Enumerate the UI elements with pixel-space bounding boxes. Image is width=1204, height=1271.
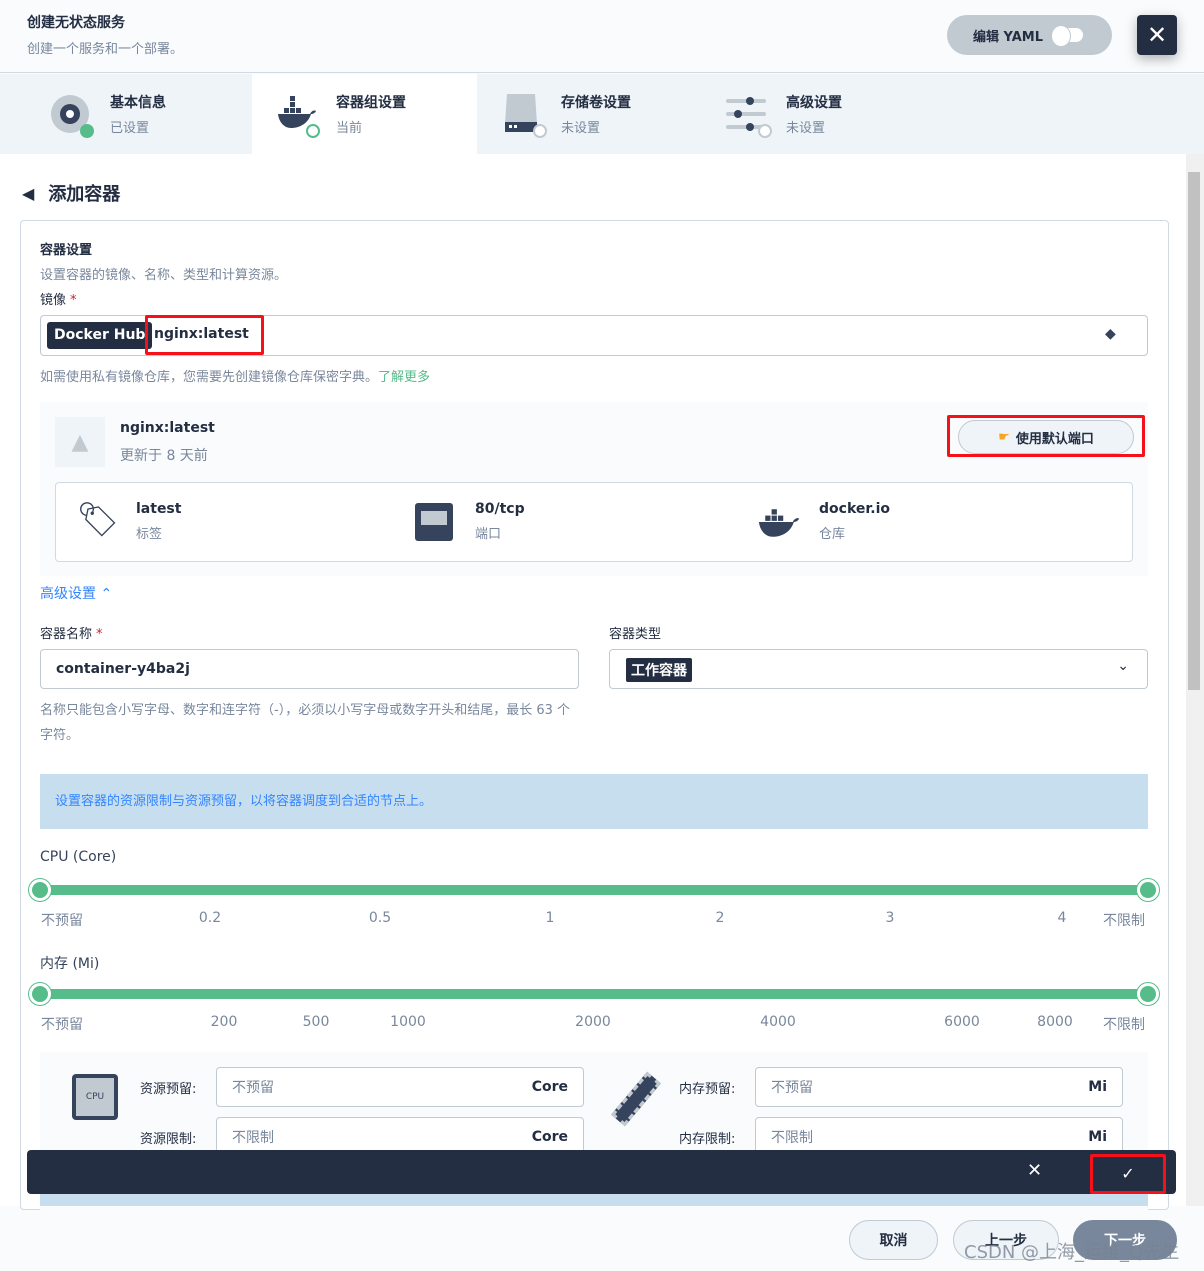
section-description: 设置容器的镜像、名称、类型和计算资源。 — [40, 268, 288, 283]
cpu-slider-track[interactable] — [40, 885, 1148, 895]
container-name-hint: 名称只能包含小写字母、数字和连字符（-），必须以小写字母或数字开头和结尾，最长 … — [40, 703, 570, 743]
toggle-switch-icon — [1050, 25, 1083, 47]
slider-tick-label: 1 — [545, 910, 555, 926]
watermark: CSDN @上海_运维_Q先生 — [964, 1242, 1180, 1263]
slider-tick-label: 2000 — [575, 1014, 611, 1030]
info-registry: docker.io 仓库 — [819, 501, 891, 542]
cpu-request-input[interactable]: 不预留 Core — [216, 1067, 584, 1107]
image-value: nginx:latest — [154, 326, 249, 342]
status-dot-pending — [758, 124, 772, 138]
scrollbar-thumb[interactable] — [1188, 172, 1200, 690]
cpu-slider-max-handle[interactable] — [1137, 879, 1159, 901]
slider-tick-label: 500 — [302, 1014, 330, 1030]
slider-tick-label: 4000 — [760, 1014, 796, 1030]
back-arrow-icon: ◀ — [22, 183, 35, 203]
step-advanced[interactable]: 高级设置 未设置 — [702, 74, 927, 154]
close-icon: ✕ — [1027, 1160, 1043, 1181]
container-name-label: 容器名称 * — [40, 627, 103, 642]
confirm-bar: ✕ ✓ — [27, 1150, 1176, 1194]
confirm-container-button[interactable]: ✓ — [1090, 1154, 1166, 1194]
memory-limit-label: 内存限制: — [679, 1132, 736, 1147]
page-title: 添加容器 — [48, 184, 121, 205]
container-name-input[interactable]: container-y4ba2j — [40, 649, 579, 689]
learn-more-link[interactable]: 了解更多 — [378, 370, 430, 385]
container-type-value: 工作容器 — [626, 658, 692, 682]
info-port: 80/tcp 端口 — [475, 501, 525, 542]
status-dot-pending — [533, 124, 547, 138]
step-tabs: 基本信息 已设置 容器组设置 当前 存储卷设置 未设置 高级设置 未设置 — [0, 74, 1204, 154]
cpu-slider-min-handle[interactable] — [29, 879, 51, 901]
cpu-limit-label: 资源限制: — [140, 1132, 197, 1147]
cpu-icon: CPU — [72, 1074, 118, 1120]
docker-icon — [758, 509, 800, 537]
slider-tick-label: 8000 — [1037, 1014, 1073, 1030]
container-type-select[interactable]: 工作容器 ⌄ — [609, 649, 1148, 689]
check-icon: ✓ — [1121, 1164, 1135, 1183]
slider-tick-label: 6000 — [944, 1014, 980, 1030]
resource-notice: 设置容器的资源限制与资源预留，以将容器调度到合适的节点上。 — [40, 774, 1148, 829]
image-updated: 更新于 8 天前 — [120, 448, 208, 464]
status-dot-done — [80, 124, 94, 138]
slider-tick-label: 2 — [715, 910, 725, 926]
chevron-down-icon: ⌄ — [1117, 658, 1129, 674]
step-status: 已设置 — [110, 121, 150, 136]
edit-yaml-toggle[interactable]: 编辑 YAML — [947, 15, 1112, 55]
registry-select[interactable]: Docker Hub — [47, 322, 153, 349]
tag-icon: 🏷 — [76, 500, 120, 540]
step-volumes[interactable]: 存储卷设置 未设置 — [477, 74, 702, 154]
dialog-subtitle: 创建一个服务和一个部署。 — [27, 42, 184, 57]
slider-tick-label: 200 — [210, 1014, 238, 1030]
slider-tick-label: 3 — [885, 910, 895, 926]
memory-request-label: 内存预留: — [679, 1082, 736, 1097]
dialog-header: 创建无状态服务 创建一个服务和一个部署。 编辑 YAML ✕ — [0, 0, 1204, 73]
slider-tick-label: 1000 — [390, 1014, 426, 1030]
step-label: 基本信息 — [110, 95, 166, 111]
cpu-slider-label: CPU (Core) — [40, 849, 117, 865]
slider-tick-label: 0.5 — [368, 910, 392, 926]
chevron-up-icon: ⌃ — [100, 586, 113, 602]
port-icon — [415, 503, 453, 541]
image-details — [55, 482, 1133, 562]
slider-tick-label: 不预留 — [41, 913, 83, 929]
step-basic-info[interactable]: 基本信息 已设置 — [0, 74, 225, 154]
step-label: 存储卷设置 — [561, 95, 631, 111]
image-hint: 如需使用私有镜像仓库，您需要先创建镜像仓库保密字典。了解更多 — [40, 370, 431, 385]
section-title: 容器设置 — [40, 243, 93, 258]
step-status: 未设置 — [786, 121, 826, 136]
slider-tick-label: 不限制 — [1103, 1017, 1145, 1033]
container-type-label: 容器类型 — [609, 627, 662, 642]
step-status: 未设置 — [561, 121, 601, 136]
slider-tick-label: 4 — [1057, 910, 1067, 926]
panel-strip — [40, 1194, 1148, 1206]
dialog-title: 创建无状态服务 — [27, 15, 125, 31]
use-default-ports-button[interactable]: ☛ 使用默认端口 — [958, 420, 1134, 454]
slider-tick-label: 不限制 — [1103, 913, 1145, 929]
memory-slider-max-handle[interactable] — [1137, 983, 1159, 1005]
hand-pointer-icon: ☛ — [998, 429, 1010, 445]
back-header[interactable]: ◀ 添加容器 — [22, 180, 120, 206]
slider-tick-label: 0.2 — [198, 910, 222, 926]
edit-yaml-label: 编辑 YAML — [973, 29, 1043, 45]
cancel-container-button[interactable]: ✕ — [1027, 1160, 1042, 1181]
close-button[interactable]: ✕ — [1137, 15, 1177, 55]
memory-slider-min-handle[interactable] — [29, 983, 51, 1005]
step-container-group[interactable]: 容器组设置 当前 — [252, 74, 477, 154]
image-placeholder-icon: ▲ — [55, 417, 105, 467]
cpu-request-label: 资源预留: — [140, 1082, 197, 1097]
image-label: 镜像 * — [40, 293, 77, 308]
cancel-button[interactable]: 取消 — [849, 1220, 938, 1260]
status-dot-current — [306, 124, 320, 138]
memory-request-input[interactable]: 不预留 Mi — [755, 1067, 1123, 1107]
close-icon: ✕ — [1146, 21, 1168, 49]
step-label: 容器组设置 — [336, 95, 406, 111]
image-name: nginx:latest — [120, 420, 215, 436]
info-tag: latest 标签 — [136, 501, 182, 542]
memory-slider-label: 内存 (Mi) — [40, 956, 100, 972]
step-label: 高级设置 — [786, 95, 842, 111]
cube-icon[interactable]: ◆ — [1105, 326, 1116, 342]
memory-slider-track[interactable] — [40, 989, 1148, 999]
advanced-settings-toggle[interactable]: 高级设置 ⌃ — [40, 583, 112, 603]
slider-tick-label: 不预留 — [41, 1017, 83, 1033]
step-status: 当前 — [336, 121, 363, 136]
